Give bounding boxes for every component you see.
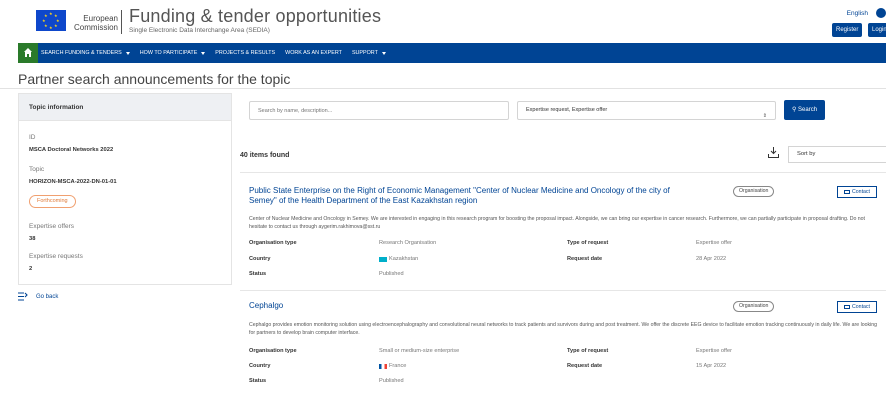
country-label: Country [249,256,271,262]
contact-button[interactable]: Contact [837,301,877,313]
login-button[interactable]: Login [868,23,886,37]
envelope-icon [844,189,851,194]
card-title[interactable]: Public State Enterprise on the Right of … [249,186,689,206]
site-header: ★ ★ ★ ★ ★ ★ ★ ★ European Commission Funding &… [0,0,886,42]
go-back-label: Go back [36,293,59,300]
nav-projects-results[interactable]: PROJECTS & RESULTS [215,50,275,56]
site-title[interactable]: Funding & tender opportunities [129,6,381,26]
results-count: 40 items found [240,152,290,159]
request-date-label: Request date [567,363,603,369]
status-value: Published [379,271,404,277]
nav-support[interactable]: SUPPORT [352,50,386,56]
request-type-value: Expertise offer [696,240,732,246]
request-date-value: 28 Apr 2022 [696,256,727,262]
register-button[interactable]: Register [832,23,863,37]
topic-info-heading: Topic information [19,94,231,121]
search-button-label: Search [798,107,818,113]
expertise-offers-label: Expertise offers [29,223,75,230]
id-value: MSCA Doctoral Networks 2022 [29,147,114,153]
page-title: Partner search announcements for the top… [18,71,291,87]
download-icon[interactable] [768,147,779,158]
organisation-tag: Organisation [733,301,775,312]
eu-flag-logo[interactable]: ★ ★ ★ ★ ★ ★ ★ ★ [36,10,66,31]
select-value: Expertise request, Expertise offer [526,107,608,113]
expertise-offers-value: 38 [29,236,36,242]
chevron-down-icon [381,51,386,55]
status-badge: Forthcoming [29,195,76,208]
topic-label: Topic [29,166,45,173]
country-value: Kazakhstan [379,256,418,262]
request-type-select[interactable]: Expertise request, Expertise offer ⇕ [517,101,776,120]
org-type-label: Organisation type [249,240,297,246]
language-icon[interactable] [876,8,886,18]
id-label: ID [29,134,36,141]
organisation-tag: Organisation [733,186,775,197]
go-back-icon [18,292,28,301]
country-label: Country [249,363,271,369]
card-title[interactable]: Cephalgo [249,301,689,311]
expertise-requests-label: Expertise requests [29,253,83,260]
request-type-label: Type of request [567,240,609,246]
divider [240,172,886,173]
contact-button[interactable]: Contact [837,186,877,198]
request-type-label: Type of request [567,348,609,354]
envelope-icon [844,304,851,309]
card-description: Center of Nuclear Medicine and Oncology … [249,216,866,230]
chevron-down-icon [125,51,130,55]
status-value: Published [379,378,404,384]
kazakhstan-flag-icon [379,256,387,262]
request-date-value: 15 Apr 2022 [696,363,727,369]
nav-work-as-expert[interactable]: WORK AS AN EXPERT [285,50,342,56]
divider [240,290,886,291]
org-type-label: Organisation type [249,348,297,354]
status-label: Status [249,378,267,384]
org-type-value: Small or medium-size enterprise [379,348,460,354]
request-date-label: Request date [567,256,603,262]
logo-divider [121,10,122,34]
nav-search-funding[interactable]: SEARCH FUNDING & TENDERS [41,50,130,56]
home-button[interactable] [18,43,38,63]
country-value: France [379,363,406,369]
status-label: Status [249,271,267,277]
ec-logo-text: European Commission [73,14,118,32]
france-flag-icon [379,363,387,369]
card-description: Cephalgo provides emotion monitoring sol… [249,322,878,336]
search-button[interactable]: ⚲ Search [784,100,825,120]
select-arrows-icon: ⇕ [762,113,767,119]
site-subtitle: Single Electronic Data Interchange Area … [129,27,270,34]
go-back-link[interactable]: Go back [18,292,58,301]
search-icon: ⚲ [791,107,797,113]
topic-info-panel: Topic information ID MSCA Doctoral Netwo… [18,93,232,285]
language-selector[interactable]: English [847,10,868,17]
nav-how-to-participate[interactable]: HOW TO PARTICIPATE [140,50,206,56]
search-input[interactable] [249,101,509,120]
divider [0,88,886,89]
main-nav: SEARCH FUNDING & TENDERS HOW TO PARTICIP… [18,43,886,63]
request-type-value: Expertise offer [696,348,732,354]
home-icon [24,48,32,57]
sort-by-select[interactable]: Sort by [788,146,886,163]
topic-value[interactable]: HORIZON-MSCA-2022-DN-01-01 [29,179,117,185]
org-type-value: Research Organisation [379,240,437,246]
expertise-requests-value: 2 [29,266,33,272]
chevron-down-icon [201,51,206,55]
